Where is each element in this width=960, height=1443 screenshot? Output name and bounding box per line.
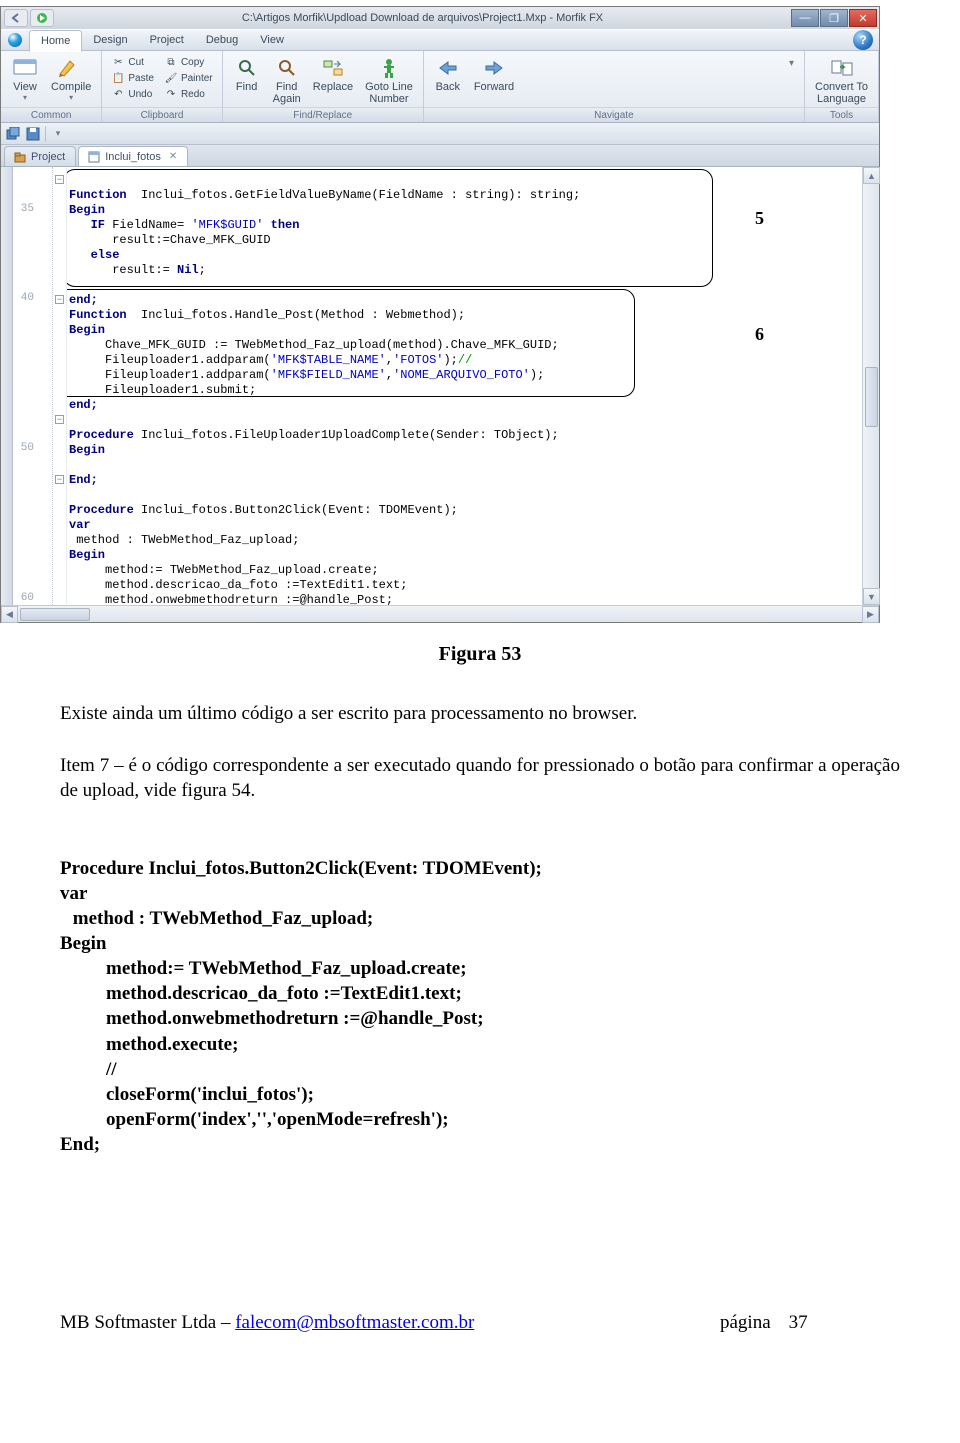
find-again-button[interactable]: Find Again [269, 54, 305, 107]
fold-toggle-icon[interactable]: − [55, 475, 64, 484]
back-button[interactable]: Back [430, 54, 466, 95]
scroll-left-icon[interactable]: ◀ [1, 606, 18, 623]
line-number-gutter: 35 40 50 60 [13, 167, 53, 605]
horizontal-scrollbar[interactable]: ◀ ▶ [1, 605, 879, 622]
convert-icon [828, 56, 856, 80]
footer-page-number: 37 [789, 1312, 808, 1334]
view-icon [11, 56, 39, 80]
ribbon-group-navigate: Back Forward ▾ Navigate [424, 51, 805, 122]
page-footer: MB Softmaster Ltda – falecom@mbsoftmaste… [0, 1222, 960, 1352]
qat-save-icon[interactable] [25, 126, 41, 142]
undo-button[interactable]: ↶Undo [108, 86, 157, 102]
scroll-right-icon[interactable]: ▶ [862, 606, 879, 623]
code-editor[interactable]: 35 40 50 60 − − − − Function Inclui_foto… [1, 167, 879, 605]
editor-side-strip [1, 167, 13, 605]
footer-email-link[interactable]: falecom@mbsoftmaster.com.br [235, 1312, 474, 1333]
minimize-button[interactable]: — [791, 9, 819, 27]
find-button[interactable]: Find [229, 54, 265, 95]
tab-close-icon[interactable]: ✕ [169, 151, 177, 162]
forward-icon [480, 56, 508, 80]
fold-toggle-icon[interactable]: − [55, 175, 64, 184]
goto-line-icon [375, 56, 403, 80]
forward-button[interactable]: Forward [470, 54, 518, 95]
ribbon-group-findreplace: Find Find Again Replace Goto Line Number… [223, 51, 424, 122]
ribbon: View ▾ Compile ▾ Common ✂Cut 📋Paste ↶Und… [1, 51, 879, 123]
cut-icon: ✂ [111, 55, 125, 69]
fold-column: − − − − [53, 167, 67, 605]
find-icon [233, 56, 261, 80]
menu-home[interactable]: Home [29, 30, 82, 52]
qat-customize-icon[interactable]: ▾ [50, 126, 66, 142]
ribbon-group-tools: Convert To Language Tools [805, 51, 879, 122]
menu-view[interactable]: View [249, 30, 295, 50]
find-again-icon [273, 56, 301, 80]
titlebar: C:\Artigos Morfik\Updload Download de ar… [1, 7, 879, 29]
cut-button[interactable]: ✂Cut [108, 54, 157, 70]
vertical-scrollbar[interactable]: ▲ ▼ [862, 167, 879, 605]
copy-button[interactable]: ⧉Copy [161, 54, 216, 70]
nav-back-button[interactable] [4, 9, 28, 27]
document-body: Figura 53 Existe ainda um último código … [0, 623, 960, 1182]
menubar: Home Design Project Debug View ? [1, 29, 879, 51]
window-title: C:\Artigos Morfik\Updload Download de ar… [54, 12, 791, 24]
scroll-thumb[interactable] [865, 367, 878, 427]
paragraph-1: Existe ainda um último código a ser escr… [60, 702, 900, 726]
app-logo-icon[interactable] [4, 29, 26, 51]
annotation-label-5: 5 [755, 211, 764, 226]
ribbon-group-clipboard: ✂Cut 📋Paste ↶Undo ⧉Copy 🖌Painter ↷Redo C… [102, 51, 222, 122]
copy-icon: ⧉ [164, 55, 178, 69]
document-tabs: Project Inclui_fotos ✕ [1, 145, 879, 167]
qat-save-all-icon[interactable] [5, 126, 21, 142]
window-controls: — ❐ ✕ [791, 9, 879, 27]
ribbon-group-common: View ▾ Compile ▾ Common [1, 51, 102, 122]
scroll-up-icon[interactable]: ▲ [863, 167, 880, 184]
convert-language-button[interactable]: Convert To Language [811, 54, 872, 107]
close-button[interactable]: ✕ [849, 9, 877, 27]
view-button[interactable]: View ▾ [7, 54, 43, 104]
code-listing: Procedure Inclui_fotos.Button2Click(Even… [60, 831, 900, 1182]
navigate-dropdown-icon[interactable]: ▾ [789, 58, 794, 69]
footer-page-label: página [720, 1312, 771, 1334]
titlebar-nav [1, 9, 54, 27]
painter-button[interactable]: 🖌Painter [161, 70, 216, 86]
undo-icon: ↶ [111, 87, 125, 101]
menu-project[interactable]: Project [139, 30, 195, 50]
painter-icon: 🖌 [164, 71, 178, 85]
ide-window: C:\Artigos Morfik\Updload Download de ar… [0, 6, 880, 623]
compile-button[interactable]: Compile ▾ [47, 54, 95, 104]
fold-toggle-icon[interactable]: − [55, 295, 64, 304]
code-area[interactable]: Function Inclui_fotos.GetFieldValueByNam… [67, 167, 862, 605]
redo-button[interactable]: ↷Redo [161, 86, 216, 102]
redo-icon: ↷ [164, 87, 178, 101]
compile-icon [57, 56, 85, 80]
menu-design[interactable]: Design [82, 30, 138, 50]
footer-company: MB Softmaster Ltda – [60, 1312, 235, 1333]
scroll-thumb[interactable] [20, 608, 90, 621]
back-icon [434, 56, 462, 80]
nav-forward-button[interactable] [30, 9, 54, 27]
quick-access-toolbar: ▾ [1, 123, 879, 145]
maximize-button[interactable]: ❐ [820, 9, 848, 27]
menu-debug[interactable]: Debug [195, 30, 249, 50]
figure-caption: Figura 53 [60, 643, 900, 666]
paste-icon: 📋 [111, 71, 125, 85]
annotation-label-6: 6 [755, 327, 764, 342]
tab-inclui-fotos[interactable]: Inclui_fotos ✕ [78, 146, 188, 166]
goto-line-button[interactable]: Goto Line Number [361, 54, 417, 107]
form-icon [87, 150, 100, 163]
project-icon [13, 150, 26, 163]
help-button[interactable]: ? [853, 30, 873, 50]
replace-icon [319, 56, 347, 80]
paste-button[interactable]: 📋Paste [108, 70, 157, 86]
fold-toggle-icon[interactable]: − [55, 415, 64, 424]
scroll-down-icon[interactable]: ▼ [863, 588, 880, 605]
paragraph-2: Item 7 – é o código correspondente a ser… [60, 754, 900, 803]
tab-project[interactable]: Project [4, 146, 76, 166]
replace-button[interactable]: Replace [309, 54, 357, 95]
